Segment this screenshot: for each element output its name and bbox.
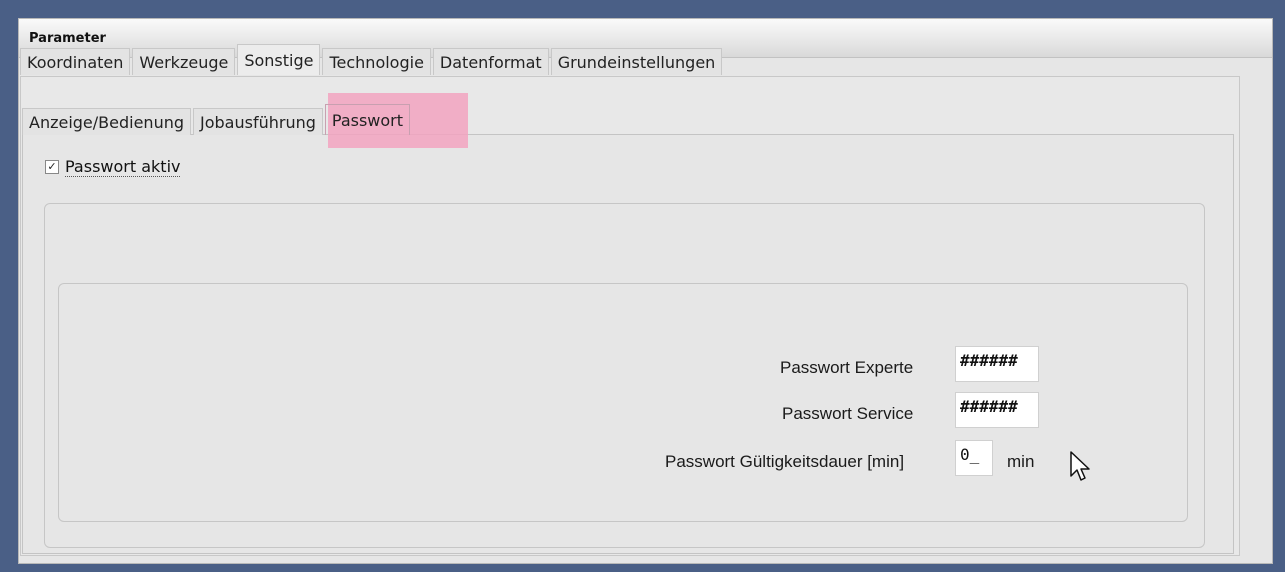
tab-werkzeuge[interactable]: Werkzeuge: [132, 48, 236, 75]
main-tab-bar: Koordinaten Werkzeuge Sonstige Technolog…: [20, 44, 724, 75]
validity-unit: min: [1007, 452, 1035, 471]
password-active-checkbox[interactable]: ✓: [45, 160, 59, 174]
tab-sonstige[interactable]: Sonstige: [237, 44, 321, 75]
expert-password-input[interactable]: ######: [955, 346, 1039, 382]
service-password-input[interactable]: ######: [955, 392, 1039, 428]
tab-datenformat[interactable]: Datenformat: [432, 48, 549, 75]
tab-technologie[interactable]: Technologie: [322, 48, 431, 75]
validity-input[interactable]: 0_: [955, 440, 993, 476]
password-active-checkbox-row[interactable]: ✓ Passwort aktiv: [45, 156, 181, 178]
window-title: Parameter: [29, 31, 106, 46]
password-active-label: Passwort aktiv: [65, 157, 181, 177]
subtab-jobausfuehrung[interactable]: Jobausführung: [193, 108, 323, 135]
subtab-anzeige-bedienung[interactable]: Anzeige/Bedienung: [22, 108, 192, 135]
mouse-pointer-icon: [1070, 451, 1090, 481]
subtab-passwort[interactable]: Passwort: [324, 104, 411, 135]
expert-password-label: Passwort Experte: [780, 358, 914, 377]
tab-koordinaten[interactable]: Koordinaten: [20, 48, 131, 75]
sub-tab-bar: Anzeige/Bedienung Jobausführung Passwort: [22, 104, 412, 135]
validity-label: Passwort Gültigkeitsdauer [min]: [665, 452, 905, 471]
service-password-label: Passwort Service: [782, 404, 914, 423]
tab-grundeinstellungen[interactable]: Grundeinstellungen: [550, 48, 723, 75]
